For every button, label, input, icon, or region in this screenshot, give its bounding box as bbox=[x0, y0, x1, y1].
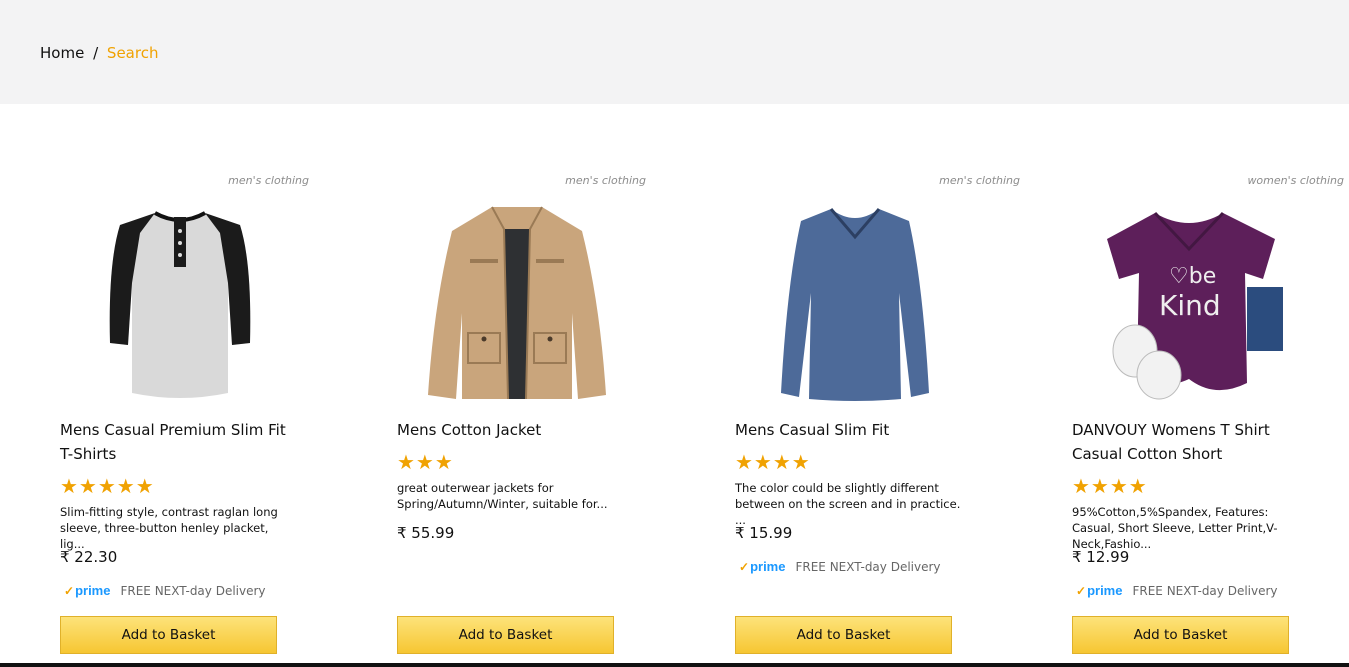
rating-stars: ★★★★ bbox=[735, 450, 811, 474]
breadcrumb-current: Search bbox=[106, 44, 159, 62]
product-description: great outerwear jackets for Spring/Autum… bbox=[397, 481, 608, 511]
breadcrumb: Home / Search bbox=[40, 44, 158, 62]
add-to-basket-button[interactable]: Add to Basket bbox=[735, 616, 952, 654]
prime-logo-icon: ✓prime bbox=[1076, 583, 1123, 598]
prime-delivery: ✓prime FREE NEXT-day Delivery bbox=[735, 559, 941, 574]
product-description: The color could be slightly different be… bbox=[735, 481, 961, 527]
product-category: men's clothing bbox=[228, 174, 309, 187]
prime-delivery-text: FREE NEXT-day Delivery bbox=[1132, 583, 1278, 598]
prime-delivery: ✓prime FREE NEXT-day Delivery bbox=[1072, 583, 1278, 598]
product-category: women's clothing bbox=[1247, 174, 1344, 187]
product-category: men's clothing bbox=[565, 174, 646, 187]
product-title[interactable]: DANVOUY Womens T Shirt Casual Cotton Sho… bbox=[1072, 418, 1312, 466]
rating-stars: ★★★ bbox=[397, 450, 454, 474]
product-card: men's clothing Mens Casual Slim Fit ★★★★… bbox=[735, 170, 1020, 667]
product-description: Slim-fitting style, contrast raglan long… bbox=[60, 505, 278, 551]
add-to-basket-button[interactable]: Add to Basket bbox=[60, 616, 277, 654]
prime-delivery-text: FREE NEXT-day Delivery bbox=[795, 559, 941, 574]
add-to-basket-button[interactable]: Add to Basket bbox=[397, 616, 614, 654]
product-price: ₹ 15.99 bbox=[735, 524, 793, 542]
prime-delivery-text: FREE NEXT-day Delivery bbox=[120, 583, 266, 598]
product-title[interactable]: Mens Cotton Jacket bbox=[397, 418, 637, 442]
product-image-womens-tshirt[interactable]: ♡be Kind bbox=[1092, 200, 1292, 406]
product-price: ₹ 55.99 bbox=[397, 524, 455, 542]
product-image-slim-fit-shirt[interactable] bbox=[755, 200, 955, 406]
product-description: 95%Cotton,5%Spandex, Features: Casual, S… bbox=[1072, 505, 1278, 551]
prime-logo-icon: ✓prime bbox=[64, 583, 111, 598]
product-card: women's clothing ♡be Kind DANVOUY Womens… bbox=[1072, 170, 1344, 667]
svg-text:♡be: ♡be bbox=[1169, 264, 1216, 289]
product-category: men's clothing bbox=[939, 174, 1020, 187]
breadcrumb-home-link[interactable]: Home bbox=[40, 44, 84, 62]
product-image-cotton-jacket[interactable] bbox=[417, 200, 617, 406]
product-card: men's clothing Mens Casual Premium Slim … bbox=[60, 170, 320, 667]
product-price: ₹ 12.99 bbox=[1072, 548, 1130, 566]
rating-stars: ★★★★ bbox=[1072, 474, 1148, 498]
page-bottom-border bbox=[0, 663, 1349, 667]
add-to-basket-button[interactable]: Add to Basket bbox=[1072, 616, 1289, 654]
svg-text:Kind: Kind bbox=[1159, 289, 1221, 322]
product-title[interactable]: Mens Casual Slim Fit bbox=[735, 418, 975, 442]
product-title[interactable]: Mens Casual Premium Slim Fit T-Shirts bbox=[60, 418, 300, 466]
product-image-henley-tshirt[interactable] bbox=[80, 200, 280, 406]
breadcrumb-separator: / bbox=[93, 44, 99, 62]
prime-delivery: ✓prime FREE NEXT-day Delivery bbox=[60, 583, 266, 598]
header-bar: Home / Search bbox=[0, 0, 1349, 104]
product-price: ₹ 22.30 bbox=[60, 548, 118, 566]
product-card: men's clothing Mens Cotton Jacket ★★★ gr… bbox=[397, 170, 657, 667]
prime-logo-icon: ✓prime bbox=[739, 559, 786, 574]
rating-stars: ★★★★★ bbox=[60, 474, 155, 498]
